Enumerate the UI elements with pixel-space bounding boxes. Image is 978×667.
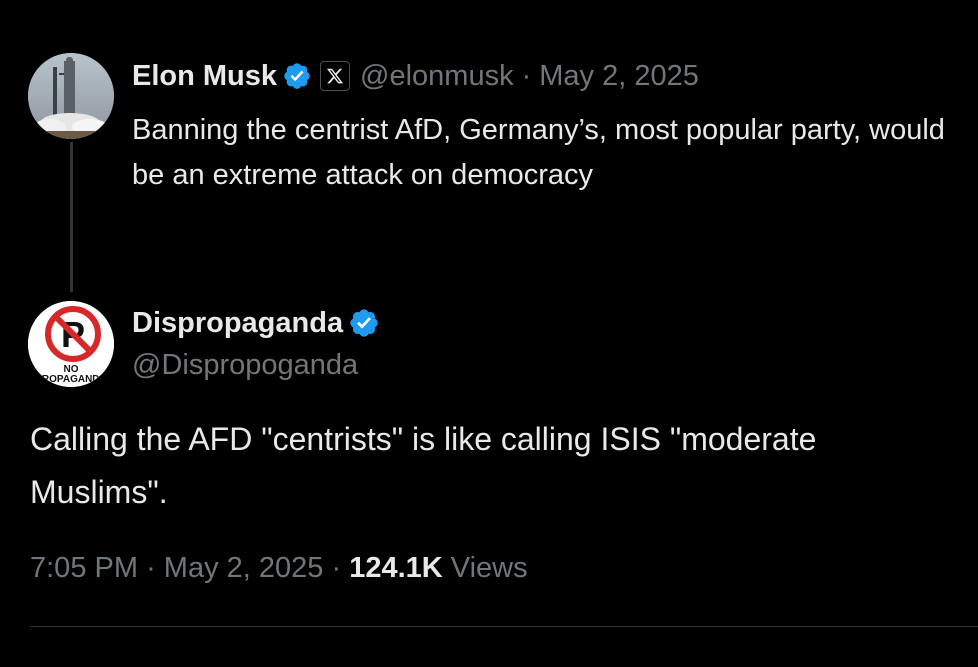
dot-separator: · [521, 59, 532, 92]
quoted-author-handle[interactable]: @elonmusk [360, 60, 514, 93]
thread-connector-line [70, 142, 73, 292]
post-time[interactable]: 7:05 PM [30, 552, 138, 584]
reply-handle-row: @Dispropoganda [132, 347, 358, 383]
verified-badge-icon [282, 61, 312, 91]
dot-separator: · [146, 552, 156, 584]
quoted-post-header: Elon Musk @elonmusk · May 2, 2025 [132, 58, 699, 94]
no-propaganda-sign-icon: P NO PROPAGANDA [28, 301, 114, 387]
post-metadata: 7:05 PM · May 2, 2025 · 124.1K Views [30, 552, 528, 585]
quoted-post-text: Banning the centrist AfD, Germany’s, mos… [132, 114, 945, 191]
dot-separator: · [331, 552, 342, 584]
quoted-author-name[interactable]: Elon Musk [132, 60, 277, 93]
avatar-caption-bottom: PROPAGANDA [35, 374, 106, 385]
divider [30, 626, 978, 627]
quoted-post-date[interactable]: May 2, 2025 [539, 60, 699, 93]
rocket-launch-image [28, 53, 114, 139]
reply-author-name[interactable]: Dispropaganda [132, 307, 343, 340]
reply-post-header: Dispropaganda [132, 305, 380, 341]
verified-badge-icon [348, 307, 380, 339]
reply-post-text: Calling the AFD "centrists" is like call… [30, 421, 817, 510]
x-logo-icon [320, 61, 351, 91]
dispropaganda-avatar[interactable]: P NO PROPAGANDA [28, 301, 114, 387]
reply-author-handle[interactable]: @Dispropoganda [132, 349, 358, 382]
elon-avatar[interactable] [28, 53, 114, 139]
views-label: Views [450, 552, 528, 584]
views-count[interactable]: 124.1K [349, 552, 443, 584]
post-date[interactable]: May 2, 2025 [164, 552, 324, 584]
